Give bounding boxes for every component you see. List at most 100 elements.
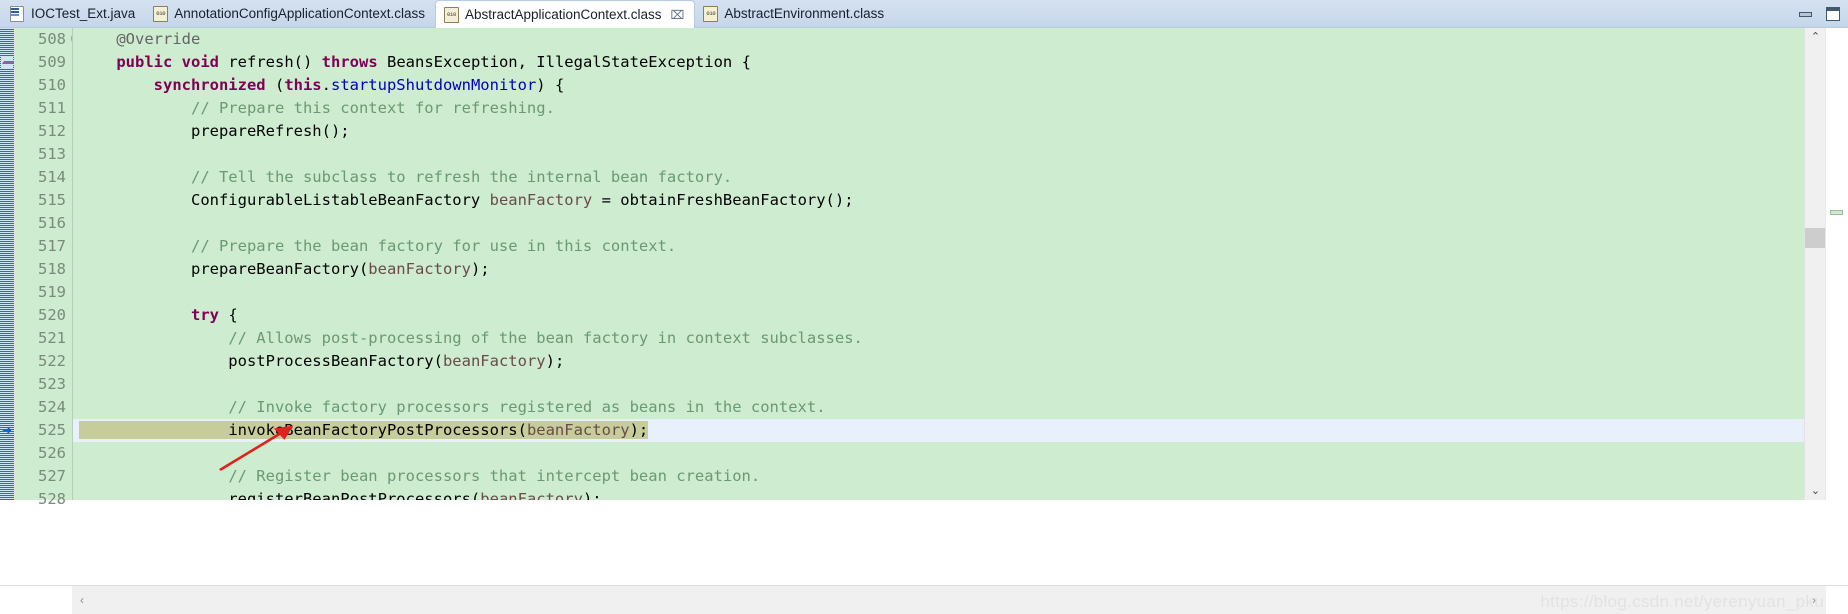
code-line[interactable]: // Register bean processors that interce… [73,465,1848,488]
code-token: try [190,306,219,324]
code-token: registerBeanPostProcessors( [79,490,481,500]
code-text-area[interactable]: @Override public void refresh() throws B… [72,28,1848,500]
maximize-icon[interactable] [1826,7,1840,21]
line-number-label: 515 [38,191,66,209]
editor-tab[interactable]: 010 AbstractEnvironment.class [695,0,894,27]
code-line[interactable] [73,212,1848,235]
minimize-icon[interactable] [1799,11,1812,17]
code-line-current[interactable]: invokeBeanFactoryPostProcessors(beanFact… [73,419,1848,442]
code-token: { [218,306,238,324]
line-number-label: 508 [38,30,66,48]
scroll-up-arrow[interactable]: ⌃ [1805,28,1826,46]
scrollbar-corner [1826,586,1848,614]
line-number: 512 [14,120,72,143]
code-token: . [321,76,331,94]
code-line[interactable]: postProcessBeanFactory(beanFactory); [73,350,1848,373]
code-token: ) { [536,76,565,94]
line-number: 513 [14,143,72,166]
line-number-label: 527 [38,467,66,485]
code-line[interactable]: prepareRefresh(); [73,120,1848,143]
vertical-scrollbar[interactable]: ⌃ ⌄ [1804,28,1826,500]
line-number: 525 [14,419,72,442]
code-token: beanFactory [368,260,471,278]
code-line[interactable]: // Invoke factory processors registered … [73,396,1848,419]
class-file-icon: 010 [443,6,459,23]
line-number: 514 [14,166,72,189]
editor-tab[interactable]: IOCTest_Ext.java [2,0,145,27]
code-token: ); [545,352,565,370]
line-number-label: 523 [38,375,66,393]
line-number: 510 [14,74,72,97]
code-token: = obtainFreshBeanFactory(); [592,191,854,209]
code-token: ); [470,260,490,278]
code-line[interactable]: // Allows post-processing of the bean fa… [73,327,1848,350]
code-token: ); [582,490,602,500]
code-line[interactable]: registerBeanPostProcessors(beanFactory); [73,488,1848,500]
line-number: 518 [14,258,72,281]
code-token: postProcessBeanFactory( [79,352,443,370]
scroll-right-arrow[interactable]: › [1804,593,1824,607]
code-token: startupShutdownMonitor [330,76,537,94]
code-line[interactable]: // Prepare this context for refreshing. [73,97,1848,120]
code-line[interactable]: // Tell the subclass to refresh the inte… [73,166,1848,189]
code-token [79,421,229,439]
code-line[interactable]: public void refresh() throws BeansExcept… [73,51,1848,74]
code-line[interactable] [73,373,1848,396]
code-token: public [116,53,173,71]
line-number: 508⊖ [14,28,84,51]
overview-ruler[interactable] [1825,28,1848,500]
current-line-marker-icon[interactable]: ➜ [1,424,13,436]
code-token: ConfigurableListableBeanFactory [79,191,490,209]
scroll-left-arrow[interactable]: ‹ [72,593,92,607]
code-token: beanFactory [480,490,583,500]
class-file-icon: 010 [153,5,169,22]
line-number: 516 [14,212,72,235]
window-buttons [1799,0,1840,28]
code-line[interactable] [73,281,1848,304]
line-number: 520 [14,304,72,327]
line-number: 515 [14,189,72,212]
code-token: beanFactory [526,421,630,439]
override-marker-icon[interactable] [1,57,15,68]
annotation-ruler[interactable]: ➜ [0,28,15,500]
vertical-scrollbar-thumb[interactable] [1805,228,1826,248]
line-number-label: 514 [38,168,66,186]
code-line[interactable]: // Prepare the bean factory for use in t… [73,235,1848,258]
horizontal-scrollbar[interactable]: ‹ › [0,585,1848,614]
code-line[interactable]: @Override [73,28,1848,51]
line-number: 523 [14,373,72,396]
code-token: beanFactory [442,352,546,370]
line-number: 528 [14,488,72,511]
line-number-label: 511 [38,99,66,117]
code-line[interactable] [73,143,1848,166]
line-number-label: 516 [38,214,66,232]
overview-marker[interactable] [1830,210,1843,215]
tab-close-icon[interactable]: ⌧ [671,9,685,21]
code-line[interactable]: synchronized (this.startupShutdownMonito… [73,74,1848,97]
code-line[interactable] [73,442,1848,465]
editor-tab[interactable]: 010 AbstractApplicationContext.class ⌧ [434,0,696,28]
code-token: this [284,76,322,94]
line-number-label: 526 [38,444,66,462]
code-line[interactable]: prepareBeanFactory(beanFactory); [73,258,1848,281]
code-token: BeansException, IllegalStateException { [377,53,751,71]
editor-tab[interactable]: 010 AnnotationConfigApplicationContext.cl… [145,0,435,27]
line-number-label: 522 [38,352,66,370]
line-number-label: 525 [38,421,66,439]
code-editor: ➜ 508⊖5095105115125135145155165175185195… [0,28,1848,614]
editor-tab-bar: IOCTest_Ext.java 010 AnnotationConfigAppli… [0,0,1848,28]
line-number-label: 510 [38,76,66,94]
code-token: ( [265,76,285,94]
code-line[interactable]: try { [73,304,1848,327]
line-number-label: 513 [38,145,66,163]
scroll-down-arrow[interactable]: ⌄ [1805,482,1826,500]
line-number: 522 [14,350,72,373]
line-number: 517 [14,235,72,258]
code-line[interactable]: ConfigurableListableBeanFactory beanFact… [73,189,1848,212]
editor-tab-label: AbstractApplicationContext.class [464,7,662,22]
